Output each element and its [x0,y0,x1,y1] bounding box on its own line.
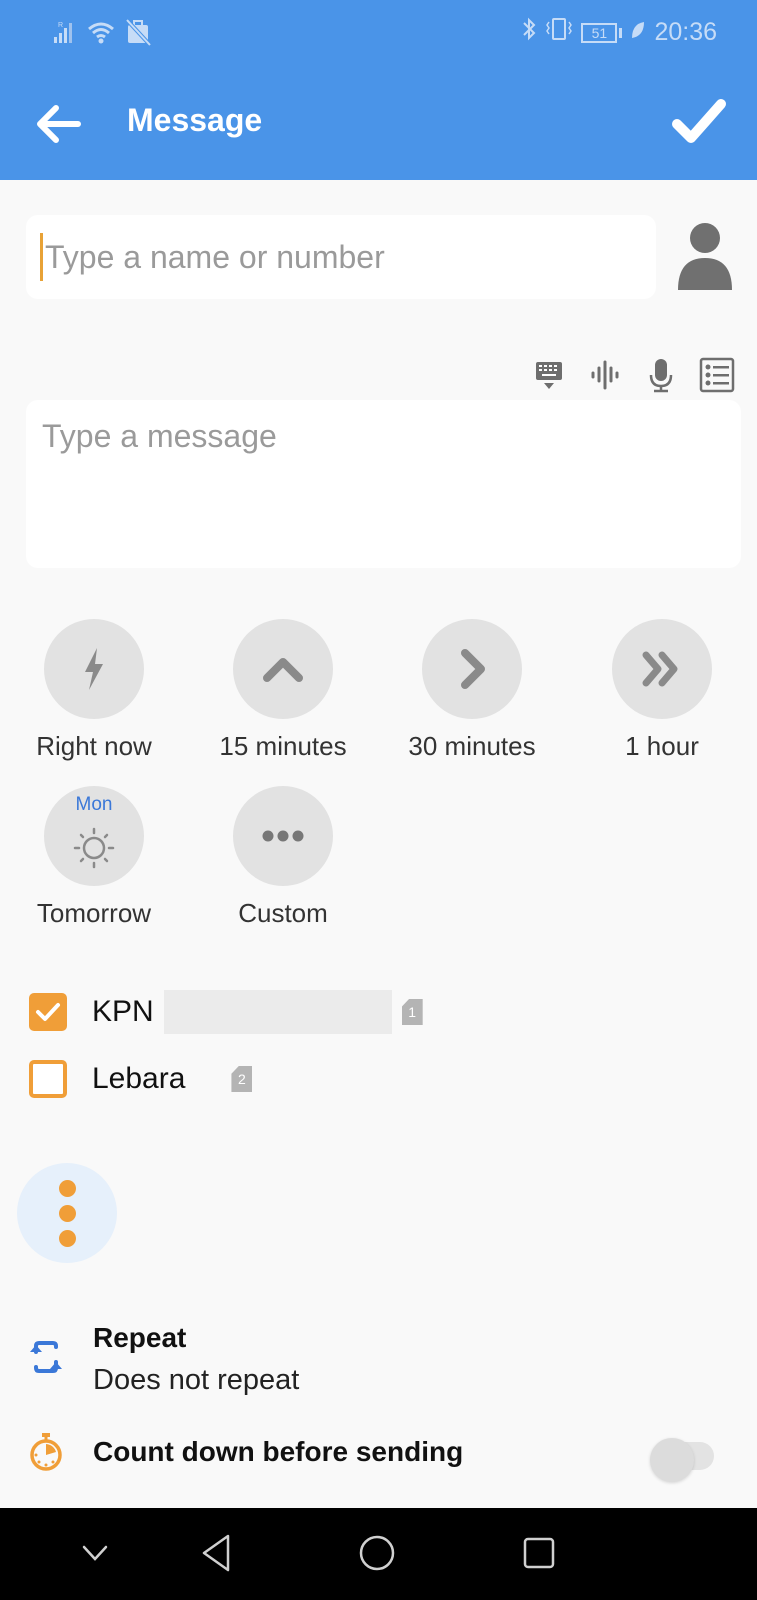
schedule-30-minutes[interactable]: 30 minutes [397,619,547,762]
countdown-label: Count down before sending [93,1436,464,1467]
sim-name: Lebara [92,1062,186,1095]
sim-name: KPN [92,995,154,1028]
microphone-icon [649,359,673,393]
schedule-right-now[interactable]: Right now [19,619,169,762]
message-input[interactable] [42,418,722,548]
sim-option-lebara[interactable]: Lebara 2 [29,1060,253,1098]
arrow-left-icon [37,105,81,143]
more-options-button[interactable] [17,1163,117,1263]
recipient-field-container [26,215,656,299]
sim-slot-badge: 1 [401,999,423,1025]
system-nav-bar [0,1508,757,1600]
schedule-label: Tomorrow [36,898,152,928]
recents-nav-button[interactable] [516,1530,562,1576]
wifi-icon [86,19,116,50]
back-nav-button[interactable] [194,1530,240,1576]
vertical-dots-icon [58,1179,76,1197]
contact-picker-button[interactable] [676,220,734,292]
schedule-label: Custom [238,898,328,928]
voice-note-button[interactable] [586,356,624,394]
battery-icon: 51 [581,22,623,43]
recipient-input[interactable] [40,233,640,281]
checkmark-icon [672,99,726,143]
back-button[interactable] [34,102,84,146]
chevron-right-icon [461,649,485,689]
home-nav-button[interactable] [354,1530,400,1576]
schedule-custom[interactable]: Custom [208,786,358,929]
message-tools [530,356,736,394]
ellipsis-icon [262,830,304,842]
page-title: Message [127,102,263,138]
repeat-value: Does not repeat [93,1364,300,1396]
sim-option-kpn[interactable]: KPN 1 [29,990,423,1034]
schedule-label: 1 hour [625,731,699,761]
schedule-label: 15 minutes [219,731,347,761]
hide-keyboard-button[interactable] [72,1530,118,1576]
signal-roaming-icon: R [52,19,78,50]
day-label: Mon [75,794,113,815]
template-list-icon [699,357,735,393]
keyboard-button[interactable] [530,356,568,394]
back-triangle-icon [202,1534,230,1572]
recents-square-icon [523,1537,555,1569]
schedule-tomorrow[interactable]: Mon Tomorrow [19,786,169,929]
vibrate-icon [545,17,573,48]
sim-checkbox[interactable] [29,993,67,1031]
voice-waveform-icon [591,360,619,390]
double-chevron-right-icon [642,651,678,687]
bluetooth-icon [521,16,537,49]
no-sim-icon [124,18,152,51]
lightning-icon [85,648,103,690]
repeat-title: Repeat [93,1322,187,1353]
hide-keyboard-icon [82,1545,108,1561]
check-icon [36,1003,60,1021]
person-icon [678,223,732,290]
schedule-label: Right now [36,731,152,761]
repeat-setting[interactable]: Repeat Does not repeat [0,1318,757,1398]
battery-level: 51 [581,22,618,43]
message-field-container [26,400,741,568]
keyboard-icon [536,362,562,389]
schedule-1-hour[interactable]: 1 hour [587,619,737,762]
redacted-number [163,990,392,1034]
battery-saver-leaf-icon [630,18,646,47]
countdown-setting: Count down before sending [0,1430,757,1490]
templates-button[interactable] [698,356,736,394]
sim-slot-badge: 2 [231,1066,253,1092]
sun-icon [73,827,115,869]
microphone-button[interactable] [642,356,680,394]
repeat-icon [30,1341,62,1373]
sim-checkbox[interactable] [29,1060,67,1098]
schedule-label: 30 minutes [408,731,536,761]
schedule-15-minutes[interactable]: 15 minutes [208,619,358,762]
chevron-up-icon [263,658,303,682]
countdown-toggle[interactable] [650,1438,716,1482]
svg-text:R: R [58,22,63,29]
clock: 20:36 [654,18,717,46]
app-bar: Message [0,66,757,180]
confirm-button[interactable] [671,96,727,148]
stopwatch-icon [30,1433,62,1471]
status-bar: R 51 20:36 [0,0,757,66]
home-circle-icon [359,1535,395,1571]
